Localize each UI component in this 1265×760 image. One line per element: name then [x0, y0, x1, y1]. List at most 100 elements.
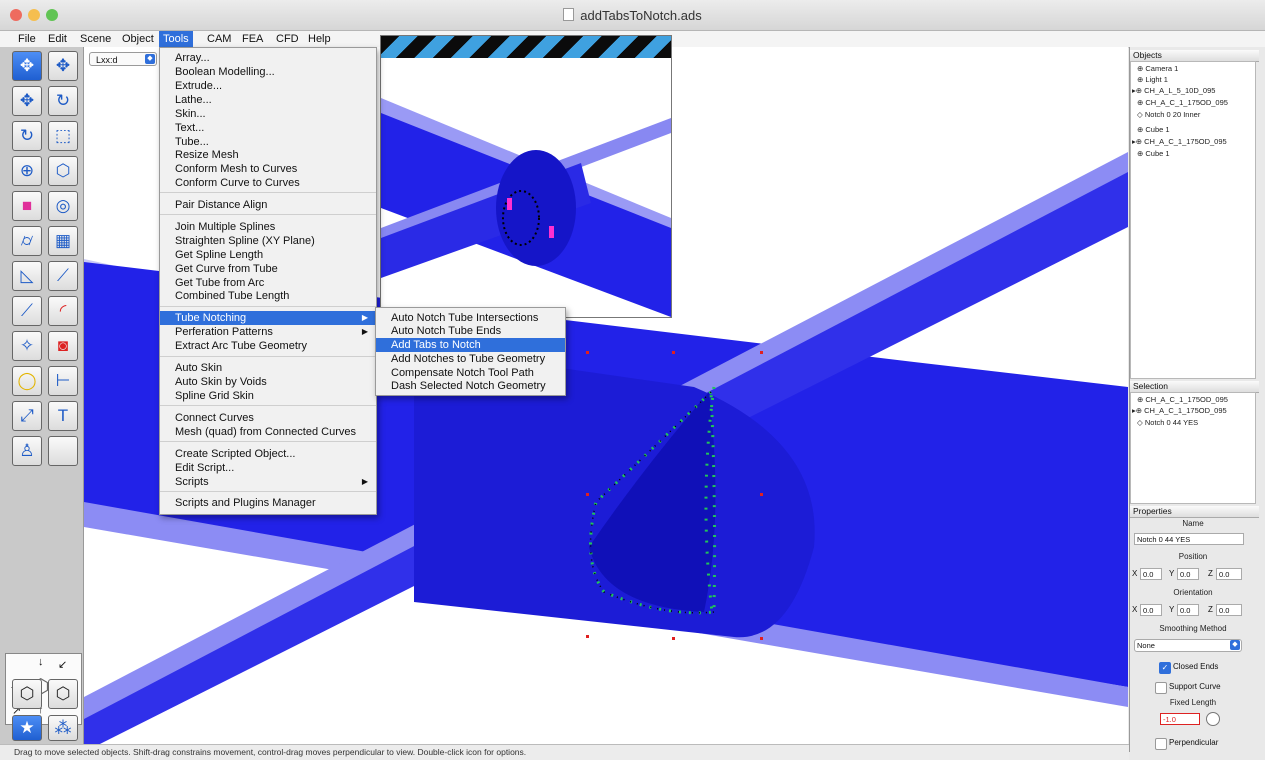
menu-item-resize-mesh[interactable]: Resize Mesh	[160, 148, 376, 162]
list-item[interactable]: ▸⊕ CH_A_C_1_175OD_095	[1132, 405, 1227, 416]
preview-view[interactable]	[380, 35, 672, 318]
star-tool-button[interactable]: ★	[12, 715, 42, 741]
menu-help[interactable]: Help	[304, 31, 335, 47]
list-item[interactable]: ⊕ Light 1	[1137, 74, 1168, 85]
menu-fea[interactable]: FEA	[238, 31, 267, 47]
list-item[interactable]: ⊕ CH_A_C_1_175OD_095	[1137, 394, 1228, 405]
objects-list[interactable]: ⊕ Camera 1 ⊕ Light 1 ▸⊕ CH_A_L_5_10D_095…	[1130, 61, 1256, 379]
orientation-z-field[interactable]: 0.0	[1216, 604, 1242, 616]
selection-list[interactable]: ⊕ CH_A_C_1_175OD_095 ▸⊕ CH_A_C_1_175OD_0…	[1130, 392, 1256, 504]
menu-file[interactable]: File	[14, 31, 40, 47]
line-tool-button[interactable]: ⟋	[12, 296, 42, 326]
light-tool-button[interactable]: ✧	[12, 331, 42, 361]
support-curve-checkbox[interactable]	[1155, 682, 1167, 694]
dimension-tool-button[interactable]: ⊢	[48, 366, 78, 396]
sphere-tool-button[interactable]: ⊕	[12, 156, 42, 186]
curve-tool-button[interactable]: ⟋	[48, 261, 78, 291]
view-mode-button[interactable]: ⬡	[12, 679, 42, 709]
menu-item-straighten-spline[interactable]: Straighten Spline (XY Plane)	[160, 234, 376, 248]
camera-tool-button[interactable]: ◎	[48, 191, 78, 221]
cylinder-tool-button[interactable]: ⌭	[12, 226, 42, 256]
box-tool-button[interactable]: ■	[12, 191, 42, 221]
empty-tool-button[interactable]	[48, 436, 78, 466]
menu-item-conform-mesh[interactable]: Conform Mesh to Curves	[160, 162, 376, 176]
list-item[interactable]: ◇ Notch 0 20 Inner	[1137, 109, 1200, 120]
closed-ends-checkbox[interactable]: ✓	[1159, 662, 1171, 674]
bulb-tool-button[interactable]: ◯	[12, 366, 42, 396]
menu-item-spline-grid-skin[interactable]: Spline Grid Skin	[160, 389, 376, 403]
view-select[interactable]: Lxx:d ◆	[89, 52, 157, 66]
menu-tools[interactable]: Tools	[159, 31, 193, 47]
menu-item-perferation-patterns[interactable]: Perferation Patterns ▶	[160, 325, 376, 339]
list-item[interactable]: ⊕ Cube 1	[1137, 124, 1170, 135]
rotate-view-tool-button[interactable]: ↻	[48, 86, 78, 116]
list-item[interactable]: ⊕ Camera 1	[1137, 63, 1178, 74]
grid-tool-button[interactable]: ▦	[48, 226, 78, 256]
menu-item-create-scripted-object[interactable]: Create Scripted Object...	[160, 447, 376, 461]
text-tool-button[interactable]: T	[48, 401, 78, 431]
menu-scene[interactable]: Scene	[76, 31, 115, 47]
smoothing-select[interactable]: None ◆	[1134, 639, 1242, 652]
menu-item-boolean-modelling[interactable]: Boolean Modelling...	[160, 65, 376, 79]
menu-item-auto-skin[interactable]: Auto Skin	[160, 361, 376, 375]
position-x-field[interactable]: 0.0	[1140, 568, 1162, 580]
perpendicular-checkbox[interactable]	[1155, 738, 1167, 750]
list-item[interactable]: ⊕ CH_A_C_1_175OD_095	[1137, 97, 1228, 108]
position-z-field[interactable]: 0.0	[1216, 568, 1242, 580]
pattern-tool-button[interactable]: ⁂	[48, 715, 78, 741]
name-field[interactable]: Notch 0 44 YES	[1134, 533, 1244, 545]
menu-item-text[interactable]: Text...	[160, 121, 376, 135]
menu-item-skin[interactable]: Skin...	[160, 107, 376, 121]
menu-edit[interactable]: Edit	[44, 31, 71, 47]
menu-item-tube-notching[interactable]: Tube Notching ▶	[160, 311, 376, 325]
menu-object[interactable]: Object	[118, 31, 158, 47]
menu-item-tube-from-arc[interactable]: Get Tube from Arc	[160, 276, 376, 290]
move-points-tool-button[interactable]: ✥	[48, 51, 78, 81]
move-view-tool-button[interactable]: ✥	[12, 86, 42, 116]
menu-item-conform-curve[interactable]: Conform Curve to Curves	[160, 176, 376, 190]
menu-item-connect-curves[interactable]: Connect Curves	[160, 411, 376, 425]
menu-item-array[interactable]: Array...	[160, 51, 376, 65]
list-item[interactable]: ◇ Notch 0 44 YES	[1137, 417, 1198, 428]
view-mode-alt-button[interactable]: ⬡	[48, 679, 78, 709]
menu-item-spline-length[interactable]: Get Spline Length	[160, 248, 376, 262]
menu-item-tube[interactable]: Tube...	[160, 135, 376, 149]
move-tool-button[interactable]: ✥	[12, 51, 42, 81]
menu-item-combined-tube-length[interactable]: Combined Tube Length	[160, 289, 376, 303]
menu-item-join-splines[interactable]: Join Multiple Splines	[160, 220, 376, 234]
menu-item-auto-skin-voids[interactable]: Auto Skin by Voids	[160, 375, 376, 389]
menu-item-edit-script[interactable]: Edit Script...	[160, 461, 376, 475]
menu-item-mesh-from-curves[interactable]: Mesh (quad) from Connected Curves	[160, 425, 376, 439]
menu-item-scripts[interactable]: Scripts ▶	[160, 475, 376, 489]
menu-item-lathe[interactable]: Lathe...	[160, 93, 376, 107]
dial-icon[interactable]	[1206, 712, 1220, 726]
menu-item-auto-notch-intersections[interactable]: Auto Notch Tube Intersections	[376, 311, 565, 325]
list-item[interactable]: ▸⊕ CH_A_C_1_175OD_095	[1132, 136, 1227, 147]
scale-tool-button[interactable]: ⬚	[48, 121, 78, 151]
menu-item-compensate-tool-path[interactable]: Compensate Notch Tool Path	[376, 366, 565, 380]
arc-tool-button[interactable]: ◜	[48, 296, 78, 326]
menu-item-auto-notch-ends[interactable]: Auto Notch Tube Ends	[376, 324, 565, 338]
menu-cfd[interactable]: CFD	[272, 31, 303, 47]
fixed-length-field[interactable]: -1.0	[1160, 713, 1200, 725]
menu-item-pair-distance-align[interactable]: Pair Distance Align	[160, 198, 376, 212]
list-item[interactable]: ▸⊕ CH_A_L_5_10D_095	[1132, 85, 1215, 96]
menu-item-dash-selected-notch[interactable]: Dash Selected Notch Geometry	[376, 379, 565, 393]
orientation-y-field[interactable]: 0.0	[1177, 604, 1199, 616]
menu-item-add-notches-to-tube[interactable]: Add Notches to Tube Geometry	[376, 352, 565, 366]
rotate-tool-button[interactable]: ↻	[12, 121, 42, 151]
camera-object-tool-button[interactable]: ◙	[48, 331, 78, 361]
measure-tool-button[interactable]: ⤢	[12, 401, 42, 431]
plane-tool-button[interactable]: ◺	[12, 261, 42, 291]
menu-cam[interactable]: CAM	[203, 31, 235, 47]
position-y-field[interactable]: 0.0	[1177, 568, 1199, 580]
orientation-x-field[interactable]: 0.0	[1140, 604, 1162, 616]
menu-item-extrude[interactable]: Extrude...	[160, 79, 376, 93]
menu-item-curve-from-tube[interactable]: Get Curve from Tube	[160, 262, 376, 276]
menu-item-scripts-plugins-manager[interactable]: Scripts and Plugins Manager	[160, 496, 376, 510]
list-item[interactable]: ⊕ Cube 1	[1137, 148, 1170, 159]
figure-tool-button[interactable]: ♙	[12, 436, 42, 466]
menu-item-extract-arc-tube[interactable]: Extract Arc Tube Geometry	[160, 339, 376, 353]
menu-item-add-tabs-to-notch[interactable]: Add Tabs to Notch	[376, 338, 565, 352]
cube-tool-button[interactable]: ⬡	[48, 156, 78, 186]
